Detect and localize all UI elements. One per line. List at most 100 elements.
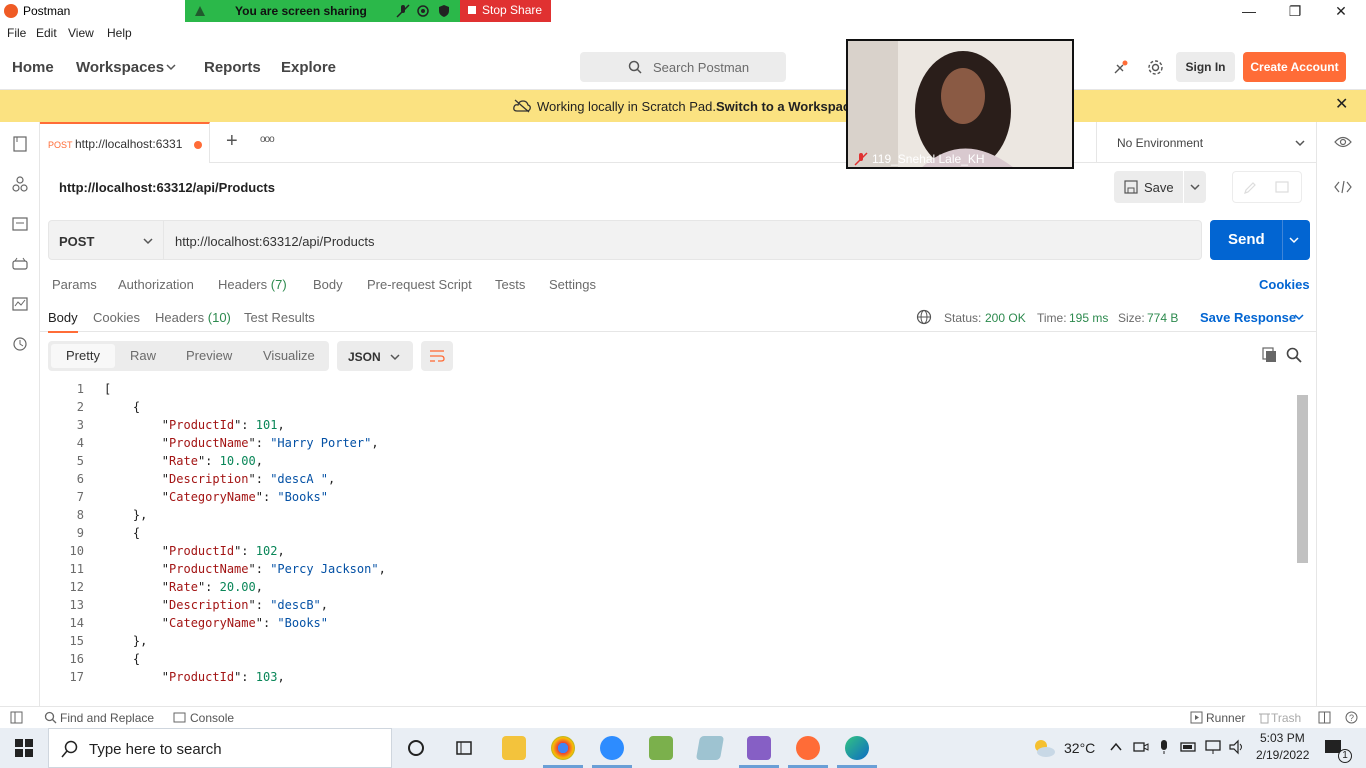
new-tab-button[interactable]: + — [226, 130, 238, 153]
time-value[interactable]: 195 ms — [1069, 311, 1108, 325]
apis-icon[interactable] — [12, 176, 28, 192]
send-button[interactable]: Send — [1210, 220, 1310, 260]
menu-file[interactable]: File — [7, 26, 26, 40]
wrap-lines-button[interactable] — [421, 341, 453, 371]
layout-icon[interactable] — [1318, 711, 1331, 724]
search-input[interactable]: Search Postman — [580, 52, 786, 82]
maximize-button[interactable]: ❐ — [1272, 0, 1318, 22]
view-visualize[interactable]: Visualize — [263, 341, 315, 371]
response-tab-body[interactable]: Body — [48, 310, 78, 333]
runner-button[interactable]: Runner — [1206, 711, 1245, 725]
tab-authorization[interactable]: Authorization — [118, 277, 194, 292]
tab-params[interactable]: Params — [52, 277, 97, 292]
chevron-down-icon[interactable] — [1294, 312, 1304, 322]
satellite-icon[interactable] — [1112, 60, 1128, 76]
volume-icon[interactable] — [1228, 739, 1246, 755]
trash-button[interactable]: Trash — [1271, 711, 1301, 725]
menu-view[interactable]: View — [68, 26, 94, 40]
response-tab-cookies[interactable]: Cookies — [93, 310, 140, 325]
tab-tests[interactable]: Tests — [495, 277, 525, 292]
code-icon[interactable] — [1334, 180, 1352, 194]
zoom-icon[interactable] — [600, 736, 624, 760]
globe-icon[interactable] — [916, 309, 932, 325]
size-value[interactable]: 774 B — [1147, 311, 1178, 325]
history-icon[interactable] — [12, 336, 28, 352]
clock-time[interactable]: 5:03 PM — [1260, 731, 1305, 745]
task-view-icon[interactable] — [455, 739, 473, 757]
tab-headers[interactable]: Headers (7) — [218, 277, 287, 292]
taskbar-search-input[interactable]: Type here to search — [48, 728, 392, 768]
network-icon[interactable] — [1204, 739, 1222, 755]
environments-icon[interactable] — [12, 256, 28, 272]
snipping-tool-icon[interactable] — [695, 736, 725, 760]
minimize-button[interactable]: — — [1226, 0, 1272, 22]
copy-icon[interactable] — [1262, 347, 1278, 363]
nav-workspaces[interactable]: Workspaces — [76, 59, 164, 76]
clock-date[interactable]: 2/19/2022 — [1256, 748, 1309, 762]
windows-start-icon[interactable] — [15, 739, 33, 757]
settings-gear-icon[interactable] — [1147, 59, 1164, 76]
response-tab-headers[interactable]: Headers (10) — [155, 310, 231, 325]
tab-body[interactable]: Body — [313, 277, 343, 292]
visual-studio-icon[interactable] — [747, 736, 771, 760]
file-explorer-icon[interactable] — [502, 736, 526, 760]
response-body-editor[interactable]: 1[2 {3 "ProductId": 101, 4 "ProductName":… — [48, 382, 1296, 695]
shield-icon[interactable] — [437, 4, 451, 18]
url-input[interactable]: http://localhost:63312/api/Products — [163, 220, 1202, 260]
view-preview[interactable]: Preview — [186, 341, 232, 371]
weather-icon[interactable] — [1032, 738, 1056, 758]
sidebar-toggle-icon[interactable] — [10, 711, 23, 724]
create-account-button[interactable]: Create Account — [1243, 52, 1346, 82]
nav-explore[interactable]: Explore — [281, 59, 336, 76]
request-name[interactable]: http://localhost:63312/api/Products — [59, 180, 275, 195]
menu-help[interactable]: Help — [107, 26, 132, 40]
edge-icon[interactable] — [845, 736, 869, 760]
battery-icon[interactable] — [1180, 740, 1198, 754]
close-button[interactable]: ✕ — [1318, 0, 1364, 22]
mic-muted-icon[interactable] — [396, 4, 410, 18]
tab-pre-request-script[interactable]: Pre-request Script — [367, 277, 472, 292]
search-icon[interactable] — [1286, 347, 1302, 363]
participant-video[interactable]: 119_Snehal Lale_KH — [846, 39, 1074, 169]
help-icon[interactable]: ? — [1345, 711, 1358, 724]
nav-home[interactable]: Home — [12, 59, 54, 76]
chrome-icon[interactable] — [551, 736, 575, 760]
stop-share-button[interactable]: Stop Share — [460, 0, 551, 22]
notepad-icon[interactable] — [649, 736, 673, 760]
status-value[interactable]: 200 OK — [985, 311, 1026, 325]
response-tab-test-results[interactable]: Test Results — [244, 310, 315, 325]
more-tabs-button[interactable]: ooo — [260, 134, 275, 145]
console-button[interactable]: Console — [190, 711, 234, 725]
postman-taskbar-icon[interactable] — [796, 736, 820, 760]
save-dropdown-button[interactable] — [1184, 171, 1206, 203]
close-banner-icon[interactable]: ✕ — [1335, 97, 1349, 113]
find-and-replace-button[interactable]: Find and Replace — [60, 711, 154, 725]
cookies-link[interactable]: Cookies — [1259, 277, 1310, 292]
method-select[interactable]: POST — [48, 220, 164, 260]
save-button[interactable]: Save — [1114, 171, 1183, 203]
mock-servers-icon[interactable] — [12, 216, 28, 232]
tab-settings[interactable]: Settings — [549, 277, 596, 292]
eye-icon[interactable] — [1334, 136, 1352, 148]
format-select[interactable]: JSON — [337, 341, 413, 371]
pencil-icon[interactable] — [1243, 181, 1257, 195]
request-tab[interactable]: POST http://localhost:6331 — [40, 122, 210, 163]
record-icon[interactable] — [416, 4, 430, 18]
switch-workspace-link[interactable]: Switch to a Workspace — [716, 99, 857, 114]
chevron-up-icon[interactable] — [1110, 741, 1122, 753]
meet-now-icon[interactable] — [1133, 739, 1149, 755]
environment-selector[interactable]: No Environment — [1096, 122, 1316, 163]
monitors-icon[interactable] — [12, 296, 28, 312]
view-pretty[interactable]: Pretty — [51, 344, 115, 368]
chevron-down-icon[interactable] — [1289, 235, 1299, 245]
collections-icon[interactable] — [12, 136, 28, 152]
sign-in-button[interactable]: Sign In — [1176, 52, 1235, 82]
cortana-icon[interactable] — [407, 739, 425, 757]
nav-reports[interactable]: Reports — [204, 59, 261, 76]
scrollbar-thumb[interactable] — [1297, 395, 1308, 563]
save-response-button[interactable]: Save Response — [1200, 310, 1296, 325]
comment-icon[interactable] — [1275, 181, 1289, 195]
menu-edit[interactable]: Edit — [36, 26, 57, 40]
microphone-icon[interactable] — [1158, 739, 1170, 755]
view-raw[interactable]: Raw — [130, 341, 156, 371]
